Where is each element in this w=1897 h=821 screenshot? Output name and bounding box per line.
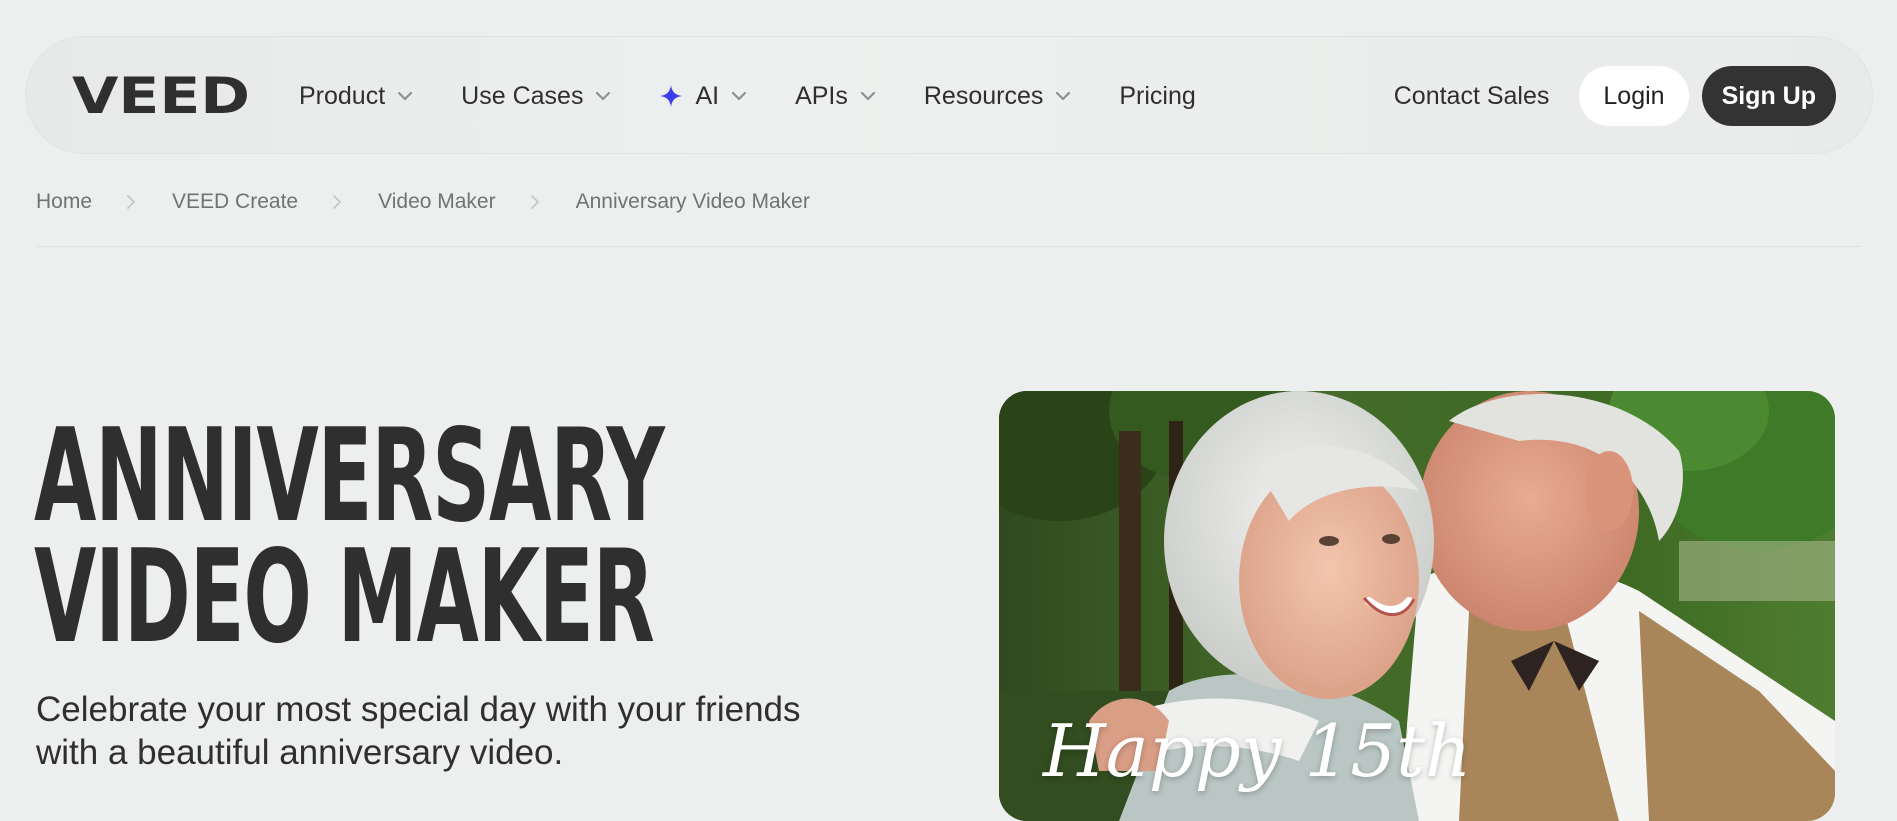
nav-item-ai[interactable]: AI: [659, 82, 747, 111]
chevron-down-icon: [731, 91, 747, 101]
nav-item-label: Use Cases: [461, 81, 584, 110]
main-menu: Product Use Cases AI APIs Resources Pric…: [299, 37, 1244, 155]
chevron-down-icon: [596, 91, 611, 101]
breadcrumb-divider: [36, 246, 1862, 247]
chevron-right-icon: [333, 195, 342, 209]
breadcrumb-video-maker[interactable]: Video Maker: [378, 190, 496, 214]
page-title: ANNIVERSARY VIDEO MAKER: [34, 413, 665, 662]
nav-item-pricing[interactable]: Pricing: [1119, 82, 1195, 111]
breadcrumb: Home VEED Create Video Maker Anniversary…: [36, 190, 810, 214]
nav-item-label: Resources: [923, 81, 1044, 110]
veed-logo[interactable]: VEED: [72, 71, 250, 119]
page-subtitle: Celebrate your most special day with you…: [36, 690, 801, 772]
nav-item-label: APIs: [795, 81, 848, 110]
hero-image: Happy 15th: [999, 391, 1835, 821]
nav-item-label: Pricing: [1119, 81, 1196, 110]
chevron-down-icon: [398, 91, 413, 101]
sparkle-icon: [660, 85, 683, 107]
chevron-right-icon: [127, 195, 136, 209]
svg-text:VEED: VEED: [72, 71, 250, 119]
chevron-down-icon: [1056, 91, 1071, 101]
chevron-down-icon: [860, 91, 875, 101]
nav-actions: Contact Sales Login Sign Up: [1394, 37, 1836, 155]
page-title-line-2: VIDEO MAKER: [34, 523, 655, 672]
nav-item-label: AI: [695, 81, 720, 110]
sign-up-button[interactable]: Sign Up: [1701, 66, 1836, 126]
nav-item-apis[interactable]: APIs: [795, 82, 876, 111]
breadcrumb-home[interactable]: Home: [36, 190, 92, 214]
breadcrumb-veed-create[interactable]: VEED Create: [172, 190, 298, 214]
breadcrumb-current-page: Anniversary Video Maker: [575, 190, 810, 213]
image-overlay-text: Happy 15th: [1043, 709, 1472, 793]
chevron-right-icon: [530, 195, 539, 209]
top-navigation-bar: VEED Product Use Cases AI APIs Resources…: [25, 36, 1873, 154]
login-button[interactable]: Login: [1579, 66, 1689, 126]
nav-item-use-cases[interactable]: Use Cases: [461, 82, 611, 111]
nav-item-product[interactable]: Product: [299, 82, 413, 111]
nav-item-resources[interactable]: Resources: [924, 82, 1072, 111]
contact-sales-link[interactable]: Contact Sales: [1394, 82, 1550, 111]
nav-item-label: Product: [299, 81, 386, 110]
